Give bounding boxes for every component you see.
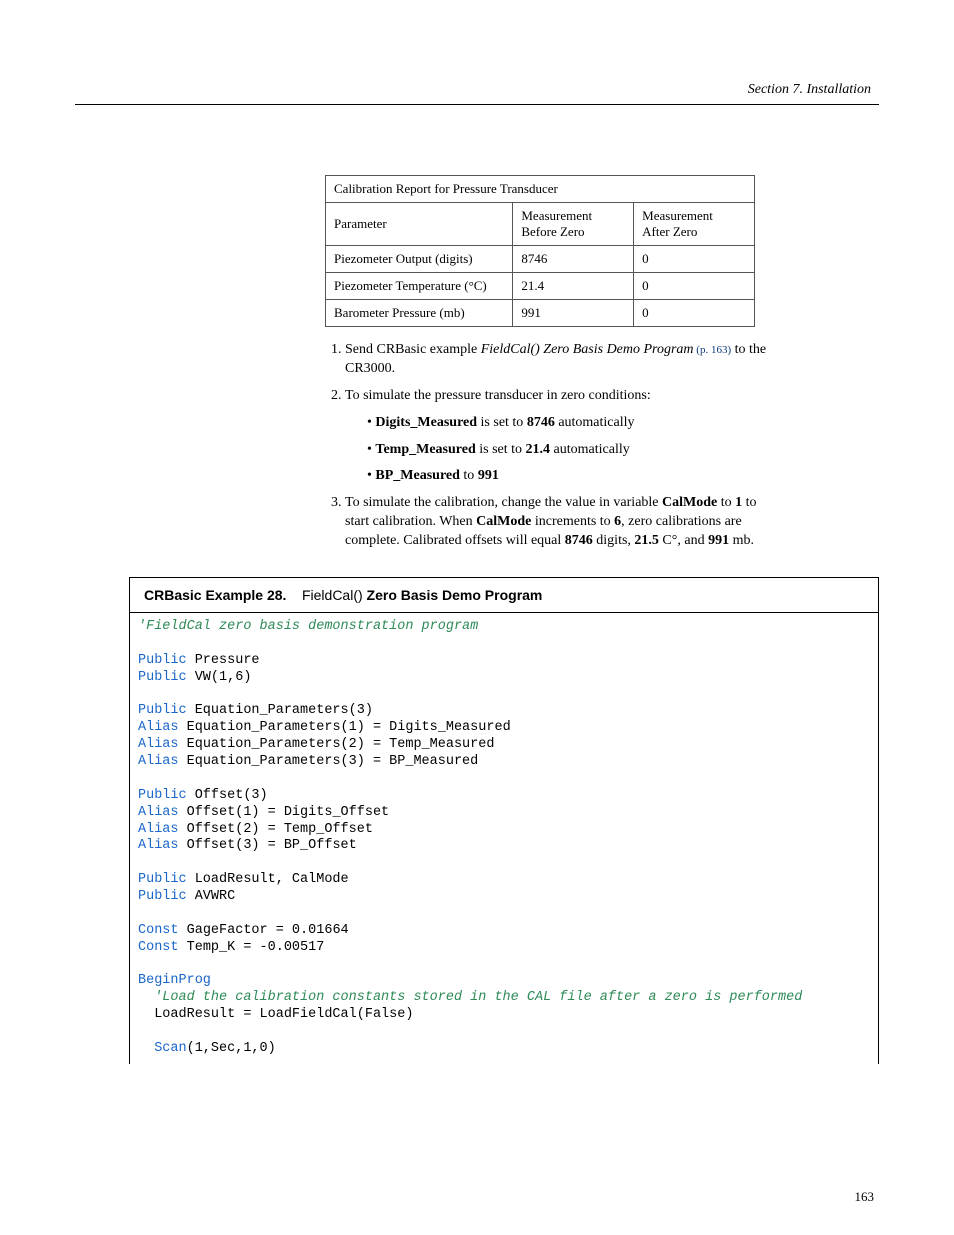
- list-item: To simulate the calibration, change the …: [345, 494, 769, 551]
- col-header-after: MeasurementAfter Zero: [634, 203, 755, 246]
- code-example-box: CRBasic Example 28. FieldCal() Zero Basi…: [129, 577, 879, 1064]
- instructions-list: Send CRBasic example FieldCal() Zero Bas…: [325, 341, 769, 551]
- code-body: 'FieldCal zero basis demonstration progr…: [130, 613, 878, 1064]
- main-content: Calibration Report for Pressure Transduc…: [325, 175, 769, 551]
- col-header-parameter: Parameter: [326, 203, 513, 246]
- table-row: Barometer Pressure (mb) 991 0: [326, 300, 755, 327]
- list-item: Temp_Measured is set to 21.4 automatical…: [367, 441, 769, 460]
- table-caption: Calibration Report for Pressure Transduc…: [326, 176, 755, 203]
- page-link[interactable]: (p. 163): [694, 344, 732, 356]
- code-example-title: CRBasic Example 28. FieldCal() Zero Basi…: [130, 578, 878, 613]
- section-header: Section 7. Installation: [75, 82, 879, 98]
- header-rule: [75, 104, 879, 105]
- table-row: Piezometer Output (digits) 8746 0: [326, 246, 755, 273]
- list-item: Send CRBasic example FieldCal() Zero Bas…: [345, 341, 769, 379]
- page: Section 7. Installation Calibration Repo…: [0, 0, 954, 1104]
- list-item: BP_Measured to 991: [367, 467, 769, 486]
- sub-list: Digits_Measured is set to 8746 automatic…: [345, 414, 769, 487]
- list-item: To simulate the pressure transducer in z…: [345, 387, 769, 487]
- page-number: 163: [855, 1189, 875, 1205]
- col-header-before: MeasurementBefore Zero: [513, 203, 634, 246]
- calibration-report-table: Calibration Report for Pressure Transduc…: [325, 175, 755, 327]
- list-item: Digits_Measured is set to 8746 automatic…: [367, 414, 769, 433]
- table-row: Piezometer Temperature (°C) 21.4 0: [326, 273, 755, 300]
